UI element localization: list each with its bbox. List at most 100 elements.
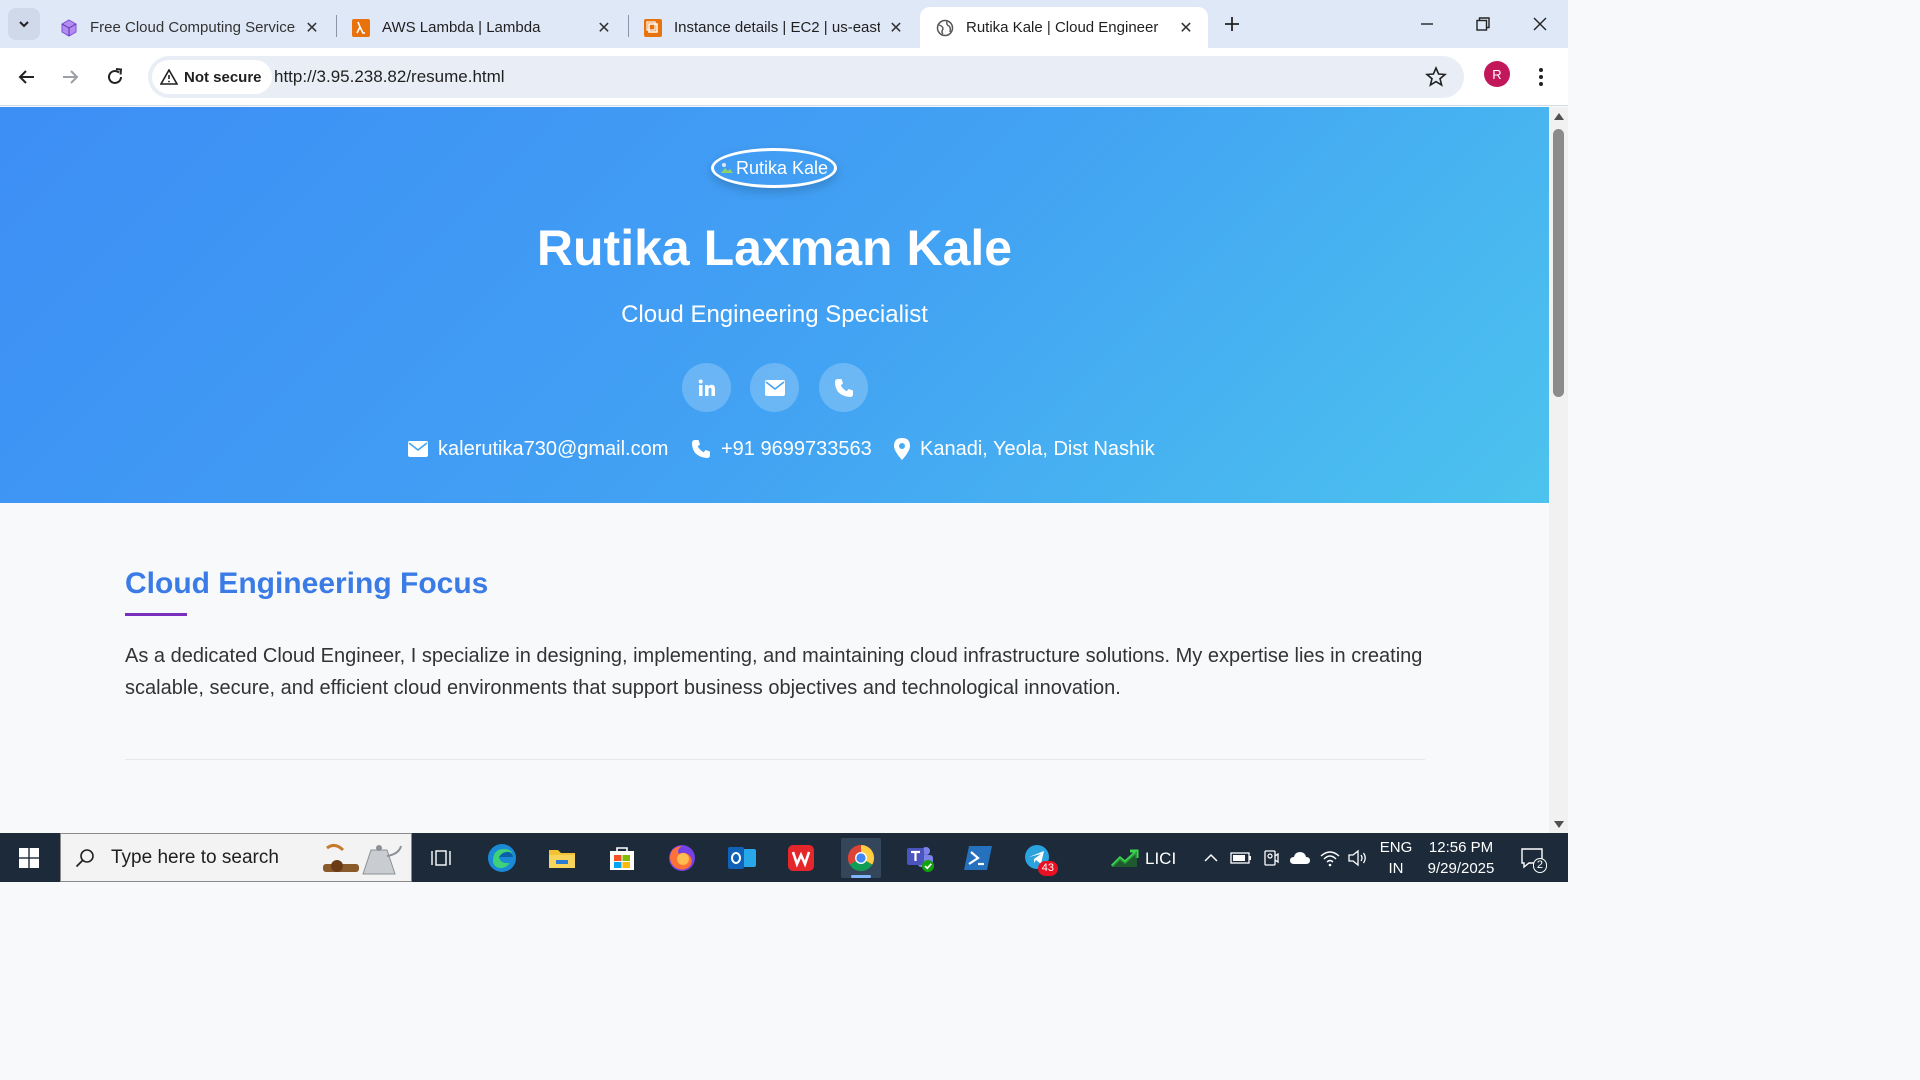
meet-now[interactable] (1260, 847, 1282, 869)
restore-icon (1476, 17, 1490, 31)
address-bar[interactable]: Not secure http://3.95.238.82/resume.htm… (148, 56, 1464, 98)
tab-search-button[interactable] (8, 8, 40, 40)
battery-indicator[interactable] (1230, 847, 1252, 869)
page-scrollbar[interactable] (1549, 107, 1568, 833)
plus-icon (1225, 17, 1239, 31)
stock-widget[interactable] (1105, 838, 1145, 878)
security-indicator[interactable]: Not secure (152, 60, 272, 94)
focus-section: Cloud Engineering Focus As a dedicated C… (125, 567, 1425, 704)
chevron-down-icon (19, 21, 29, 28)
contact-email-text[interactable]: kalerutika730@gmail.com (438, 438, 668, 461)
taskbar-outlook[interactable] (722, 838, 762, 878)
page-title: Rutika Laxman Kale (536, 220, 1013, 276)
powershell-icon (964, 846, 992, 870)
network-status[interactable] (1319, 847, 1341, 869)
tab-resume[interactable]: Rutika Kale | Cloud Engineer ✕ (920, 7, 1208, 48)
warning-triangle-icon (160, 69, 178, 85)
taskbar-teams[interactable] (900, 838, 940, 878)
start-button[interactable] (0, 833, 58, 882)
bookmark-star-icon[interactable] (1424, 65, 1448, 89)
speaker-icon (1348, 849, 1366, 867)
chevron-up-icon (1204, 853, 1218, 862)
more-vertical-icon (1539, 68, 1543, 86)
tab-free-cloud[interactable]: Free Cloud Computing Services ✕ (44, 7, 334, 48)
phone-link[interactable] (819, 363, 868, 412)
linkedin-link[interactable] (682, 363, 731, 412)
security-label: Not secure (184, 68, 262, 86)
input-language[interactable]: ENG (1378, 839, 1414, 856)
forward-button[interactable] (54, 61, 86, 93)
contact-location-text: Kanadi, Yeola, Dist Nashik (920, 437, 1155, 460)
page-subtitle: Cloud Engineering Specialist (621, 301, 928, 328)
profile-avatar[interactable]: R (1484, 61, 1510, 87)
hero-header: Rutika Kale Rutika Laxman Kale Cloud Eng… (0, 107, 1549, 503)
scroll-down-arrow[interactable] (1553, 819, 1564, 829)
email-link[interactable] (750, 363, 799, 412)
store-icon (610, 847, 634, 870)
envelope-icon (764, 379, 785, 396)
phone-icon (834, 378, 853, 397)
notification-center[interactable]: 2 (1517, 845, 1547, 873)
taskbar-store[interactable] (602, 838, 642, 878)
close-icon (1533, 17, 1547, 31)
tab-title: Free Cloud Computing Services (90, 19, 296, 36)
contact-email: kalerutika730@gmail.com (408, 436, 668, 462)
volume-control[interactable] (1347, 847, 1369, 869)
triangle-up-icon (1553, 112, 1564, 120)
tab-aws-lambda[interactable]: AWS Lambda | Lambda ✕ (336, 7, 626, 48)
new-tab-button[interactable] (1218, 10, 1246, 38)
show-hidden-icons[interactable] (1200, 847, 1222, 869)
close-icon[interactable]: ✕ (886, 18, 906, 38)
taskbar-telegram[interactable]: 43 (1018, 838, 1058, 878)
taskbar-file-explorer[interactable] (542, 838, 582, 878)
taskbar-search[interactable]: Type here to search (60, 833, 412, 882)
close-icon[interactable]: ✕ (302, 18, 322, 38)
browser-menu-button[interactable] (1528, 61, 1554, 93)
restore-button[interactable] (1455, 0, 1511, 48)
taskbar-firefox[interactable] (662, 838, 702, 878)
task-view-button[interactable] (421, 838, 461, 878)
back-button[interactable] (11, 61, 43, 93)
tab-title: Rutika Kale | Cloud Engineer (966, 19, 1159, 36)
contact-location: Kanadi, Yeola, Dist Nashik (894, 436, 1155, 462)
globe-icon (936, 19, 954, 36)
map-pin-icon (894, 438, 910, 460)
clock-date[interactable]: 9/29/2025 (1420, 860, 1502, 877)
meet-now-icon (1264, 850, 1279, 866)
wifi-icon (1320, 851, 1340, 867)
tab-ec2-instance[interactable]: Instance details | EC2 | us-east-1 ✕ (628, 7, 918, 48)
edge-icon (488, 844, 516, 872)
onedrive[interactable] (1289, 847, 1311, 869)
section-text: As a dedicated Cloud Engineer, I special… (125, 645, 1423, 699)
taskbar-edge[interactable] (482, 838, 522, 878)
teams-icon (907, 847, 934, 872)
stock-widget-label[interactable]: LICI (1145, 849, 1176, 869)
input-region[interactable]: IN (1378, 860, 1414, 877)
tab-title: AWS Lambda | Lambda (382, 19, 541, 36)
taskbar-wps[interactable] (781, 838, 821, 878)
clock-time[interactable]: 12:56 PM (1420, 839, 1502, 856)
arrow-right-icon (63, 70, 79, 84)
close-icon[interactable]: ✕ (1176, 18, 1196, 38)
envelope-icon (408, 441, 428, 457)
contact-phone-text[interactable]: +91 9699733563 (721, 438, 872, 461)
profile-image-alt: Rutika Kale (735, 157, 829, 178)
url-text: http://3.95.238.82/resume.html (274, 67, 505, 86)
scroll-thumb[interactable] (1553, 129, 1564, 397)
reload-icon (108, 68, 123, 84)
taskbar-chrome[interactable] (841, 838, 881, 878)
browser-toolbar: Not secure http://3.95.238.82/resume.htm… (0, 48, 1568, 106)
close-icon[interactable]: ✕ (594, 18, 614, 38)
triangle-down-icon (1553, 820, 1564, 828)
contact-phone: +91 9699733563 (691, 436, 872, 462)
scroll-up-arrow[interactable] (1553, 111, 1564, 121)
outlook-icon (728, 847, 756, 869)
profile-image: Rutika Kale (711, 148, 837, 188)
close-window-button[interactable] (1512, 0, 1568, 48)
taskbar-powershell[interactable] (958, 838, 998, 878)
section-divider (125, 759, 1425, 760)
search-icon (75, 848, 94, 867)
minimize-button[interactable] (1399, 0, 1455, 48)
windows-taskbar: Type here to search 43 LICI ENG IN 12:56… (0, 833, 1568, 882)
reload-button[interactable] (99, 61, 131, 93)
